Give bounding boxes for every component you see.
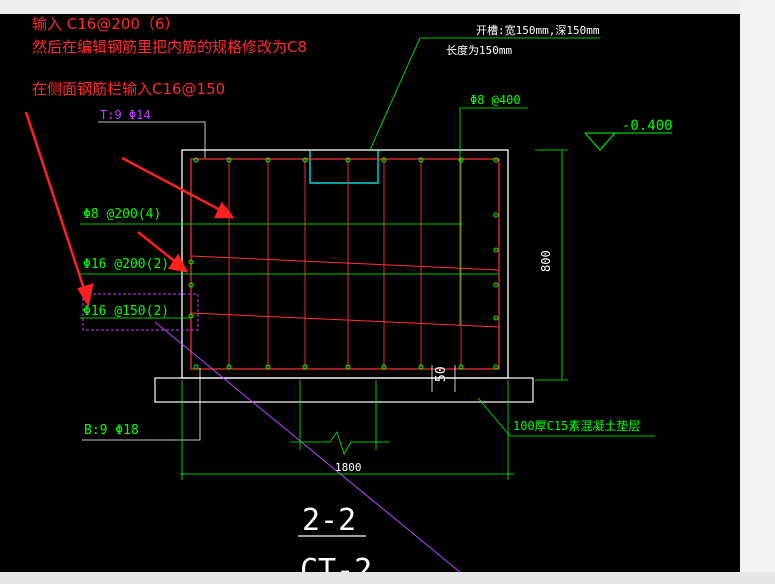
groove-label-2: 长度为150mm: [446, 43, 512, 57]
bedding-layer: [154, 377, 534, 403]
bottom-bars-label: B:9 Φ18: [84, 423, 139, 438]
bottom-margin: [0, 572, 775, 584]
drawing-id: CT-2: [300, 553, 372, 572]
right-stirrup-label: Φ8 @400: [470, 93, 521, 107]
rebar-dot: [193, 364, 199, 370]
top-bars-leader: [98, 121, 206, 158]
rebar-dot: [493, 364, 499, 370]
rebar-dots: [188, 157, 499, 370]
arrow-3: [24, 111, 87, 293]
side-rebar-1: [190, 255, 500, 271]
annotation-note-1: 输入 C16@200（6）: [32, 15, 180, 33]
elevation-label: -0.400: [622, 118, 673, 134]
rebar-cage: [190, 158, 500, 370]
vertical-rebars: [228, 159, 462, 369]
groove: [309, 150, 379, 184]
cover-dim-label: 50: [434, 366, 449, 382]
annotation-note-2: 然后在编辑钢筋里把内筋的规格修改为C8: [32, 38, 308, 56]
rebar-dot: [493, 315, 499, 321]
right-margin: [740, 0, 775, 584]
bedding-label: 100厚C15素混凝土垫层: [513, 418, 640, 433]
arrowhead-1: [214, 201, 235, 219]
rebar-dot: [493, 247, 499, 253]
break-line: [290, 431, 390, 455]
arrowhead-3: [77, 283, 94, 308]
annotation-note-3: 在侧面钢筋栏输入C16@150: [32, 80, 226, 98]
arrow-1: [121, 156, 225, 214]
side-bars-label-2: Φ16 @150(2): [83, 304, 169, 319]
elevation-mark: [584, 132, 616, 151]
height-dim-label: 800: [539, 250, 553, 272]
side-rebar-2: [190, 312, 500, 328]
rebar-dot: [493, 212, 499, 218]
rebar-dot: [493, 282, 499, 288]
top-bars-label: T:9 Φ14: [100, 108, 151, 122]
groove-label-1: 开槽:宽150mm,深150mm: [476, 23, 600, 37]
pile-cap-outline: [181, 149, 509, 379]
width-dim-label: 1800: [335, 461, 362, 474]
side-bars-label-1: Φ16 @200(2): [83, 257, 169, 272]
cad-viewport[interactable]: T:9 Φ14 Φ8 @200(4) Φ16 @200(2) Φ16 @150(…: [0, 14, 740, 572]
section-title: 2-2: [302, 503, 356, 538]
stirrup-label: Φ8 @200(4): [83, 207, 161, 222]
